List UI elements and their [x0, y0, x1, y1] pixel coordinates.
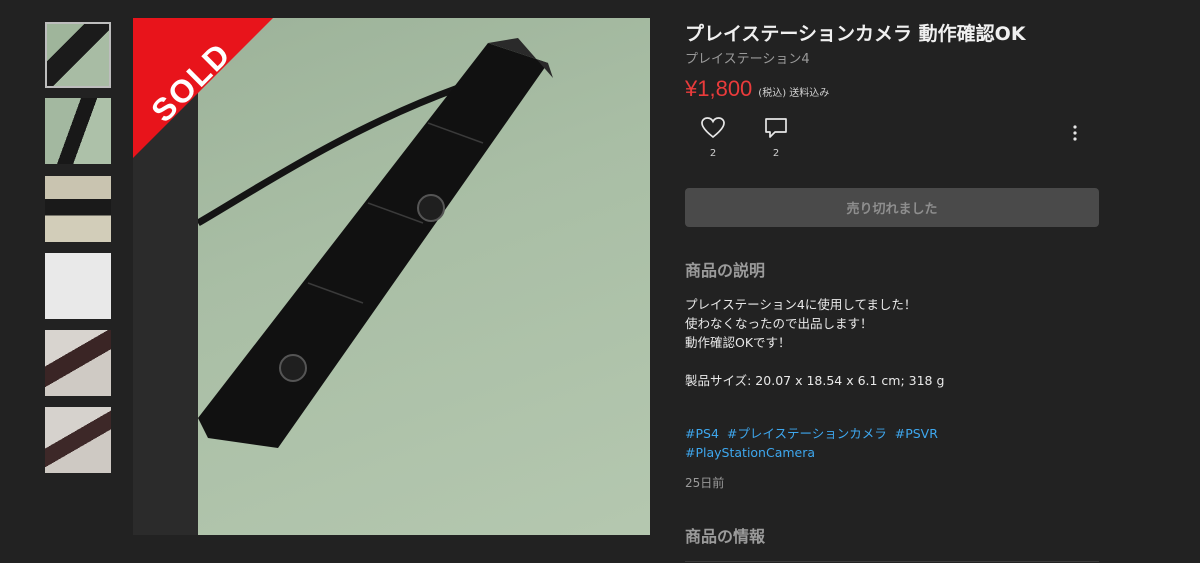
comment-button[interactable]: 2	[756, 116, 796, 159]
comment-icon	[765, 118, 787, 138]
thumbnail-2[interactable]	[45, 98, 111, 164]
tag-link[interactable]: #PlayStationCamera	[685, 445, 815, 460]
info-heading: 商品の情報	[685, 527, 766, 546]
thumbnail-image	[45, 176, 111, 242]
more-options-button[interactable]	[1071, 124, 1079, 146]
price-row: ¥1,800 (税込) 送料込み	[685, 76, 1099, 102]
thumbnail-6[interactable]	[45, 407, 111, 473]
posted-date: 25日前	[685, 476, 725, 490]
divider	[685, 561, 1099, 562]
thumbnail-1[interactable]	[45, 22, 111, 88]
main-image-viewer: SOLD	[133, 18, 650, 535]
like-button[interactable]: 2	[693, 116, 733, 159]
action-bar: 2 2	[685, 116, 1099, 180]
product-info-panel: プレイステーションカメラ 動作確認OK プレイステーション4 ¥1,800 (税…	[685, 20, 1099, 562]
thumbnail-image	[45, 98, 111, 164]
tag-list: #PS4 #プレイステーションカメラ #PSVR #PlayStationCam…	[685, 424, 985, 462]
thumbnail-image	[45, 253, 111, 319]
description-heading: 商品の説明	[685, 261, 766, 280]
tax-shipping-note: (税込) 送料込み	[758, 88, 830, 99]
thumbnail-5[interactable]	[45, 330, 111, 396]
like-count: 2	[709, 148, 717, 159]
tag-link[interactable]: #PS4	[685, 426, 719, 441]
thumbnail-3[interactable]	[45, 176, 111, 242]
product-title: プレイステーションカメラ 動作確認OK	[685, 23, 1026, 45]
tag-link[interactable]: #PSVR	[895, 426, 938, 441]
heart-icon	[701, 117, 725, 139]
more-vertical-icon	[1073, 125, 1077, 141]
description-body: プレイステーション4に使用してました！ 使わなくなったので出品します！ 動作確認…	[685, 297, 945, 388]
comment-count: 2	[772, 148, 780, 159]
product-brand-link[interactable]: プレイステーション4	[685, 50, 1099, 70]
thumbnail-image	[45, 407, 111, 473]
product-price: ¥1,800	[685, 76, 753, 101]
thumbnail-4[interactable]	[45, 253, 111, 319]
tag-link[interactable]: #プレイステーションカメラ	[727, 426, 887, 441]
thumbnail-image	[47, 24, 109, 86]
thumbnail-image	[45, 330, 111, 396]
sold-out-button[interactable]: 売り切れました	[685, 188, 1099, 227]
